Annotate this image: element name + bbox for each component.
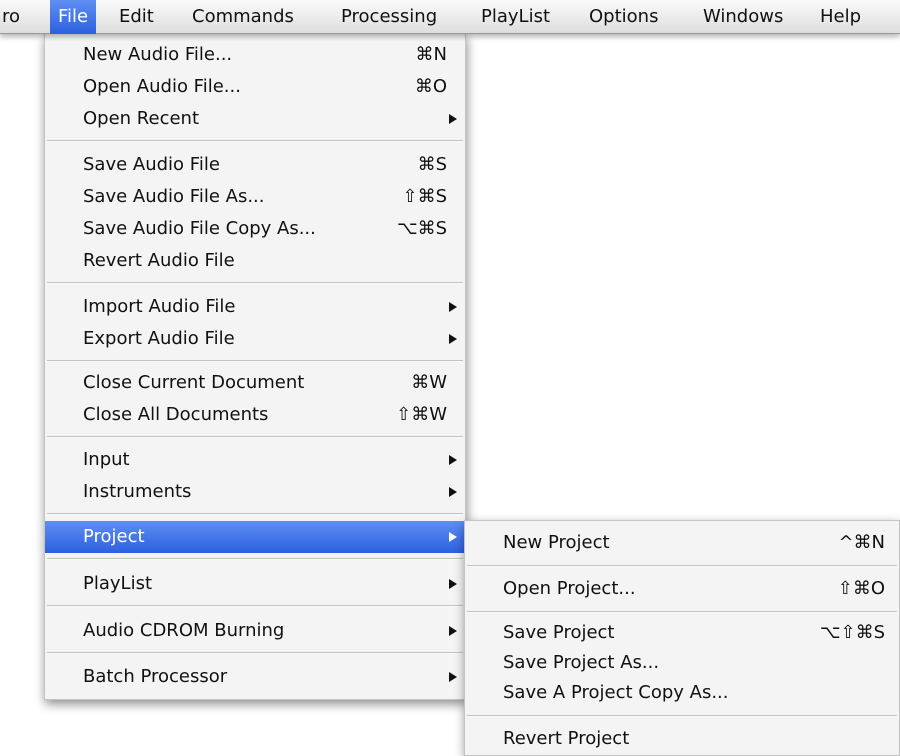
app-menu-fragment[interactable]: ro bbox=[2, 0, 20, 34]
menu-item-label: Revert Project bbox=[503, 728, 630, 749]
menu-item-shortcut: ⌘O bbox=[414, 76, 447, 97]
submenu-arrow-icon bbox=[449, 579, 457, 589]
menu-item-audio-cdrom-burning[interactable]: Audio CDROM Burning bbox=[45, 615, 465, 647]
menu-edit[interactable]: Edit bbox=[119, 0, 154, 34]
menu-item-batch-processor[interactable]: Batch Processor bbox=[45, 661, 465, 693]
menu-item-close-all-documents[interactable]: Close All Documents ⇧⌘W bbox=[45, 399, 465, 431]
submenu-arrow-icon bbox=[449, 455, 457, 465]
menu-item-shortcut: ^⌘N bbox=[838, 532, 885, 553]
menu-item-new-project[interactable]: New Project ^⌘N bbox=[465, 527, 899, 559]
project-submenu: New Project ^⌘N Open Project... ⇧⌘O Save… bbox=[464, 520, 900, 756]
menu-item-label: Save Project As... bbox=[503, 652, 660, 673]
menu-file[interactable]: File bbox=[50, 0, 97, 34]
menu-item-label: Audio CDROM Burning bbox=[83, 620, 285, 641]
menu-item-label: Input bbox=[83, 449, 130, 470]
menu-item-label: Open Project... bbox=[503, 578, 636, 599]
menu-separator bbox=[47, 360, 463, 362]
menu-item-label: Close Current Document bbox=[83, 372, 305, 393]
menu-item-instruments[interactable]: Instruments bbox=[45, 476, 465, 508]
submenu-arrow-icon bbox=[449, 114, 457, 124]
menu-item-shortcut: ⌘S bbox=[417, 154, 447, 175]
menu-help[interactable]: Help bbox=[820, 0, 861, 34]
menu-bar: ro File Edit Commands Processing PlayLis… bbox=[0, 0, 900, 34]
menu-item-revert-project[interactable]: Revert Project bbox=[465, 723, 899, 755]
menu-item-shortcut: ⇧⌘W bbox=[396, 404, 447, 425]
menu-item-label: Save Audio File bbox=[83, 154, 220, 175]
menu-item-shortcut: ⇧⌘S bbox=[402, 186, 447, 207]
menu-separator bbox=[47, 513, 463, 515]
menu-item-project[interactable]: Project bbox=[45, 521, 465, 553]
menu-item-playlist[interactable]: PlayList bbox=[45, 568, 465, 600]
menu-item-label: Batch Processor bbox=[83, 666, 228, 687]
menu-item-label: Export Audio File bbox=[83, 328, 235, 349]
menu-item-save-audio-file[interactable]: Save Audio File ⌘S bbox=[45, 149, 465, 181]
menu-item-label: Save Audio File As... bbox=[83, 186, 265, 207]
menu-item-label: Save Audio File Copy As... bbox=[83, 218, 316, 239]
menu-item-open-audio-file[interactable]: Open Audio File... ⌘O bbox=[45, 71, 465, 103]
menu-separator bbox=[47, 140, 463, 142]
menu-item-open-recent[interactable]: Open Recent bbox=[45, 103, 465, 135]
menu-processing[interactable]: Processing bbox=[341, 0, 437, 34]
menu-separator bbox=[467, 565, 897, 567]
submenu-arrow-icon bbox=[449, 487, 457, 497]
menu-item-label: Save Project bbox=[503, 622, 615, 643]
menu-item-open-project[interactable]: Open Project... ⇧⌘O bbox=[465, 573, 899, 605]
menu-item-import-audio-file[interactable]: Import Audio File bbox=[45, 291, 465, 323]
submenu-arrow-icon bbox=[449, 302, 457, 312]
submenu-arrow-icon bbox=[449, 334, 457, 344]
menu-item-label: PlayList bbox=[83, 573, 153, 594]
menu-separator bbox=[47, 558, 463, 560]
menu-item-shortcut: ⌘N bbox=[415, 44, 447, 65]
menu-item-revert-audio-file[interactable]: Revert Audio File bbox=[45, 245, 465, 277]
menu-item-label: Close All Documents bbox=[83, 404, 269, 425]
menu-item-close-current-document[interactable]: Close Current Document ⌘W bbox=[45, 367, 465, 399]
menu-playlist[interactable]: PlayList bbox=[481, 0, 550, 34]
menu-item-save-a-project-copy-as[interactable]: Save A Project Copy As... bbox=[465, 677, 899, 709]
submenu-arrow-icon bbox=[449, 532, 457, 542]
menu-separator bbox=[467, 611, 897, 613]
menu-item-label: New Audio File... bbox=[83, 44, 233, 65]
menu-item-label: Open Audio File... bbox=[83, 76, 241, 97]
submenu-arrow-icon bbox=[449, 672, 457, 682]
menu-separator bbox=[47, 436, 463, 438]
menu-separator bbox=[47, 282, 463, 284]
menu-windows[interactable]: Windows bbox=[703, 0, 783, 34]
menu-item-save-project-as[interactable]: Save Project As... bbox=[465, 647, 899, 679]
menu-item-label: Revert Audio File bbox=[83, 250, 235, 271]
menu-item-shortcut: ⌥⌘S bbox=[396, 218, 447, 239]
menu-item-shortcut: ⌥⇧⌘S bbox=[819, 622, 885, 643]
menu-item-shortcut: ⇧⌘O bbox=[837, 578, 885, 599]
menu-item-label: New Project bbox=[503, 532, 610, 553]
menu-item-new-audio-file[interactable]: New Audio File... ⌘N bbox=[45, 39, 465, 71]
menu-item-save-audio-file-as[interactable]: Save Audio File As... ⇧⌘S bbox=[45, 181, 465, 213]
menu-item-export-audio-file[interactable]: Export Audio File bbox=[45, 323, 465, 355]
submenu-arrow-icon bbox=[449, 626, 457, 636]
menu-item-label: Open Recent bbox=[83, 108, 200, 129]
menu-separator bbox=[467, 715, 897, 717]
menu-item-save-audio-file-copy-as[interactable]: Save Audio File Copy As... ⌥⌘S bbox=[45, 213, 465, 245]
file-menu: New Audio File... ⌘N Open Audio File... … bbox=[44, 34, 466, 700]
menu-options[interactable]: Options bbox=[589, 0, 658, 34]
menu-separator bbox=[47, 605, 463, 607]
menu-item-label: Import Audio File bbox=[83, 296, 236, 317]
menu-item-label: Project bbox=[83, 526, 145, 547]
menu-item-input[interactable]: Input bbox=[45, 444, 465, 476]
menu-commands[interactable]: Commands bbox=[192, 0, 294, 34]
menu-item-label: Instruments bbox=[83, 481, 192, 502]
menu-item-shortcut: ⌘W bbox=[411, 372, 447, 393]
menu-separator bbox=[47, 652, 463, 654]
menu-item-save-project[interactable]: Save Project ⌥⇧⌘S bbox=[465, 617, 899, 649]
menu-item-label: Save A Project Copy As... bbox=[503, 682, 729, 703]
